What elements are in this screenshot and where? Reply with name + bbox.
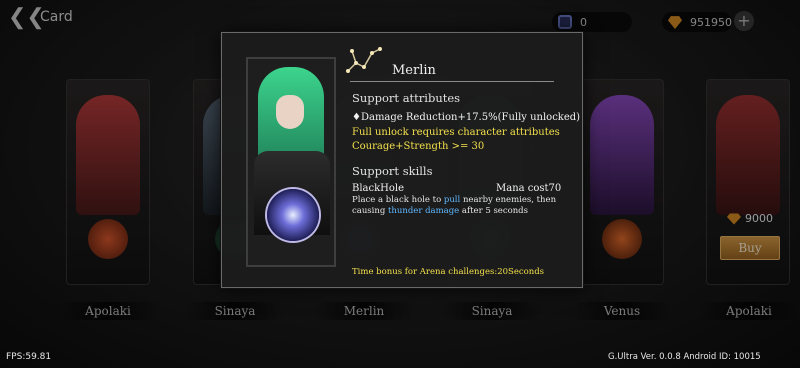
black-hole-orb-icon [267, 189, 319, 241]
keyword-pull: pull [443, 195, 461, 205]
fps-counter: FPS:59.81 [6, 352, 52, 362]
divider [350, 81, 554, 82]
keyword-thunder-damage: thunder damage [388, 206, 460, 216]
hero-portrait [246, 57, 336, 267]
card-detail-dialog: Merlin Support attributes ♦Damage Reduct… [221, 32, 583, 288]
unlock-note: Full unlock requires character attribute… [352, 127, 560, 138]
arena-time-bonus: Time bonus for Arena challenges:20Second… [352, 267, 545, 277]
mana-cost: Mana cost70 [496, 183, 562, 194]
support-skills-title: Support skills [352, 164, 433, 178]
support-attributes-title: Support attributes [352, 91, 461, 105]
skill-name: BlackHole [352, 183, 405, 194]
skill-description: Place a black hole to pull nearby enemie… [352, 195, 557, 216]
hero-name: Merlin [392, 63, 436, 78]
version-info: G.Ultra Ver. 0.0.8 Android ID: 10015 [608, 352, 761, 362]
constellation-icon [346, 47, 382, 73]
attribute-line: ♦Damage Reduction+17.5%(Fully unlocked) [352, 112, 581, 123]
attribute-requirement: Courage+Strength >= 30 [352, 141, 485, 152]
